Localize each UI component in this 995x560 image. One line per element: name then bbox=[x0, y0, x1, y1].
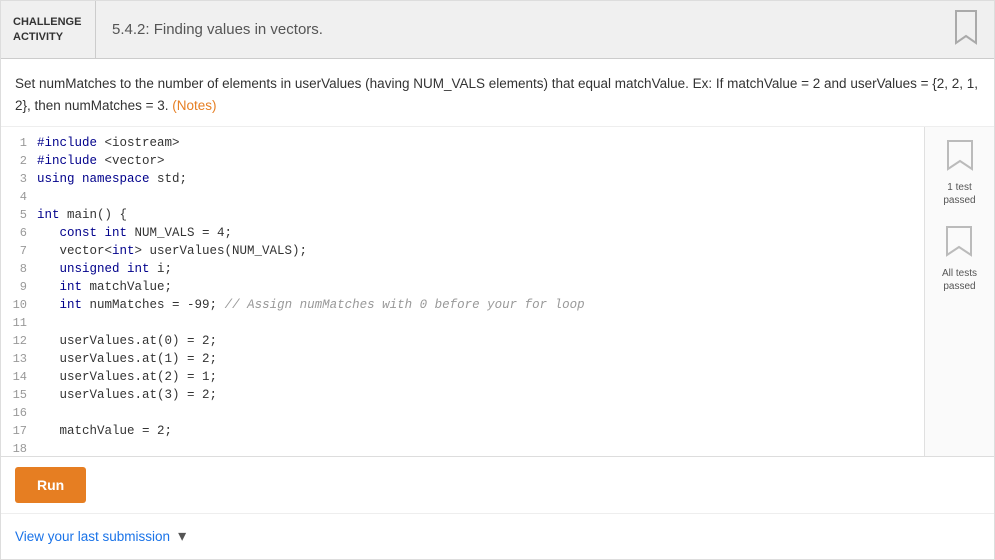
code-line: 9 int matchValue; bbox=[1, 279, 924, 297]
code-line: 3 using namespace std; bbox=[1, 171, 924, 189]
code-line: 15 userValues.at(3) = 2; bbox=[1, 387, 924, 405]
description: Set numMatches to the number of elements… bbox=[1, 59, 994, 127]
main-container: CHALLENGE ACTIVITY 5.4.2: Finding values… bbox=[0, 0, 995, 560]
code-line: 5 int main() { bbox=[1, 207, 924, 225]
code-editor[interactable]: 1 #include <iostream> 2 #include <vector… bbox=[1, 127, 924, 456]
bookmark-icon[interactable] bbox=[952, 9, 980, 50]
code-line: 8 unsigned int i; bbox=[1, 261, 924, 279]
code-line: 1 #include <iostream> bbox=[1, 135, 924, 153]
code-line: 2 #include <vector> bbox=[1, 153, 924, 171]
code-line: 12 userValues.at(0) = 2; bbox=[1, 333, 924, 351]
code-line: 7 vector<int> userValues(NUM_VALS); bbox=[1, 243, 924, 261]
code-line: 10 int numMatches = -99; // Assign numMa… bbox=[1, 297, 924, 315]
badge-all-label: All tests passed bbox=[942, 267, 977, 293]
submission-label: View your last submission bbox=[15, 529, 170, 544]
code-line: 11 bbox=[1, 315, 924, 333]
footer: Run bbox=[1, 457, 994, 514]
badge-1-test-passed: 1 test passed bbox=[943, 139, 975, 207]
code-line: 18 bbox=[1, 441, 924, 456]
badge-all-tests-passed: All tests passed bbox=[942, 225, 977, 293]
code-line: 13 userValues.at(1) = 2; bbox=[1, 351, 924, 369]
code-line: 14 userValues.at(2) = 1; bbox=[1, 369, 924, 387]
challenge-activity-label: CHALLENGE ACTIVITY bbox=[1, 1, 96, 58]
description-text: Set numMatches to the number of elements… bbox=[15, 76, 978, 113]
code-line: 4 bbox=[1, 189, 924, 207]
header-title: 5.4.2: Finding values in vectors. bbox=[96, 21, 952, 38]
code-line: 16 bbox=[1, 405, 924, 423]
badge-1-label: 1 test passed bbox=[943, 181, 975, 207]
submission-row[interactable]: View your last submission ▾ bbox=[1, 514, 994, 558]
notes-link[interactable]: (Notes) bbox=[172, 98, 216, 113]
sidebar-badges: 1 test passed All tests passed bbox=[924, 127, 994, 456]
code-line: 6 const int NUM_VALS = 4; bbox=[1, 225, 924, 243]
run-button[interactable]: Run bbox=[15, 467, 86, 503]
code-area: 1 #include <iostream> 2 #include <vector… bbox=[1, 127, 994, 457]
chevron-down-icon: ▾ bbox=[178, 526, 186, 546]
code-line: 17 matchValue = 2; bbox=[1, 423, 924, 441]
header: CHALLENGE ACTIVITY 5.4.2: Finding values… bbox=[1, 1, 994, 59]
